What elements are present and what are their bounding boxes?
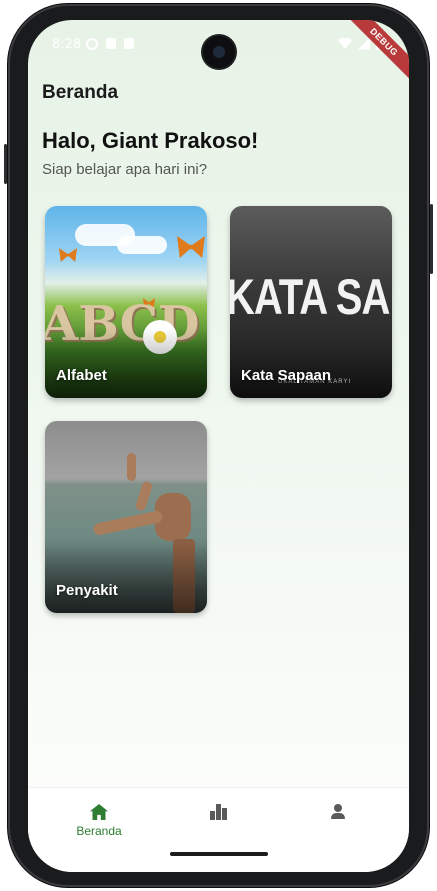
category-card-alfabet[interactable]: ABCD Alfabet — [45, 206, 207, 398]
do-not-disturb-icon — [86, 38, 98, 50]
signal-icon — [358, 37, 370, 50]
clipboard-icon — [124, 38, 134, 49]
category-label: Alfabet — [56, 367, 107, 384]
greeting-heading: Halo, Giant Prakoso! — [42, 128, 259, 153]
nav-item-statistik[interactable] — [179, 804, 259, 820]
category-card-kata-sapaan[interactable]: KATA SAPAAN UKAL TAMAN KARYI Kata Sapaan — [230, 206, 392, 398]
home-indicator[interactable] — [170, 852, 268, 856]
hand-image — [134, 480, 154, 512]
category-card-penyakit[interactable]: Penyakit — [45, 421, 207, 613]
cloud-image — [117, 236, 167, 254]
status-time: 8:28 — [52, 37, 82, 52]
category-label: Kata Sapaan — [241, 367, 332, 384]
notification-icons — [86, 38, 134, 50]
bar-chart-icon — [210, 804, 228, 820]
camera-cutout — [203, 36, 235, 68]
side-button — [430, 204, 433, 274]
category-label: Penyakit — [56, 582, 118, 599]
location-icon — [106, 38, 116, 49]
side-button — [4, 144, 7, 184]
bottom-navigation: Beranda — [28, 787, 409, 872]
kata-sapaan-image-text: KATA SAPAAN — [230, 270, 392, 326]
home-icon — [90, 804, 108, 820]
person-icon — [330, 804, 346, 820]
butterfly-image — [177, 236, 205, 258]
nav-item-profil[interactable] — [298, 804, 378, 820]
nav-label-beranda: Beranda — [76, 824, 122, 838]
nav-item-beranda[interactable]: Beranda — [59, 804, 139, 838]
greeting-subtitle: Siap belajar apa hari ini? — [42, 161, 208, 178]
hand-image — [92, 509, 164, 537]
app-bar-title: Beranda — [42, 82, 119, 103]
hand-image — [127, 453, 136, 481]
wifi-icon — [338, 38, 352, 49]
app-screen: 8:28 DEBUG Beranda Halo, Giant Prakoso! … — [28, 20, 409, 872]
card-shade — [45, 543, 207, 613]
card-shade — [45, 328, 207, 398]
butterfly-image — [59, 248, 77, 262]
